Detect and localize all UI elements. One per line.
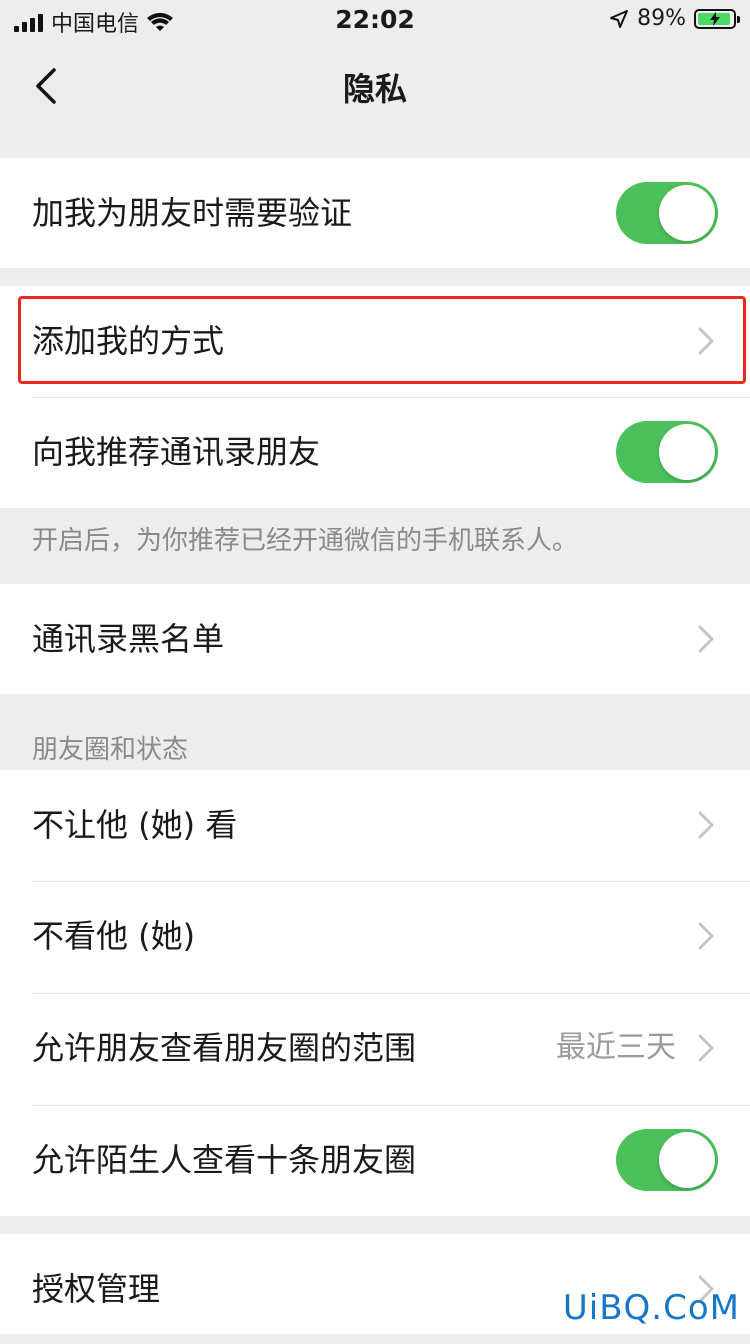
cell-label: 不看他 (她) <box>32 917 196 955</box>
nav-bar: 隐私 <box>0 44 750 128</box>
section-header-moments: 朋友圈和状态 <box>32 735 189 765</box>
cell-verify[interactable]: 加我为朋友时需要验证 <box>0 158 750 268</box>
cell-label: 授权管理 <box>32 1270 161 1308</box>
chevron-right-icon <box>698 922 714 950</box>
status-right: 89% <box>609 6 740 31</box>
cell-hide-from[interactable]: 不让他 (她) 看 <box>0 770 750 880</box>
cell-label: 允许陌生人查看十条朋友圈 <box>32 1141 417 1179</box>
cell-dont-see[interactable]: 不看他 (她) <box>0 881 750 991</box>
cell-label: 允许朋友查看朋友圈的范围 <box>32 1029 417 1067</box>
cell-label: 向我推荐通讯录朋友 <box>32 433 321 471</box>
cell-add-method[interactable]: 添加我的方式 <box>0 286 750 396</box>
cell-blacklist[interactable]: 通讯录黑名单 <box>0 584 750 694</box>
chevron-right-icon <box>698 625 714 653</box>
cell-label: 通讯录黑名单 <box>32 620 225 658</box>
recommend-toggle[interactable] <box>616 421 718 483</box>
chevron-right-icon <box>698 1034 714 1062</box>
cell-label: 不让他 (她) 看 <box>32 806 238 844</box>
location-arrow-icon <box>610 9 629 28</box>
group-add: 添加我的方式 向我推荐通讯录朋友 <box>0 286 750 508</box>
status-bar: 中国电信 22:02 89% <box>0 0 750 44</box>
chevron-right-icon <box>698 811 714 839</box>
group-moments: 不让他 (她) 看 不看他 (她) 允许朋友查看朋友圈的范围 最近三天 允许陌生… <box>0 770 750 1216</box>
cell-strangers[interactable]: 允许陌生人查看十条朋友圈 <box>0 1105 750 1215</box>
page-title: 隐私 <box>342 70 407 108</box>
group-verify: 加我为朋友时需要验证 <box>0 158 750 268</box>
group-blacklist: 通讯录黑名单 <box>0 584 750 694</box>
cell-moments-range[interactable]: 允许朋友查看朋友圈的范围 最近三天 <box>0 993 750 1103</box>
cell-recommend[interactable]: 向我推荐通讯录朋友 <box>0 397 750 507</box>
recommend-note: 开启后，为你推荐已经开通微信的手机联系人。 <box>32 526 579 556</box>
battery-icon <box>694 8 740 29</box>
range-value: 最近三天 <box>556 1030 676 1065</box>
battery-percent: 89% <box>637 6 686 31</box>
watermark: UiBQ.CoM <box>562 1288 740 1328</box>
strangers-toggle[interactable] <box>616 1129 718 1191</box>
verify-toggle[interactable] <box>616 182 718 244</box>
chevron-right-icon <box>698 327 714 355</box>
cell-label: 添加我的方式 <box>32 322 225 360</box>
cell-label: 加我为朋友时需要验证 <box>32 194 353 232</box>
